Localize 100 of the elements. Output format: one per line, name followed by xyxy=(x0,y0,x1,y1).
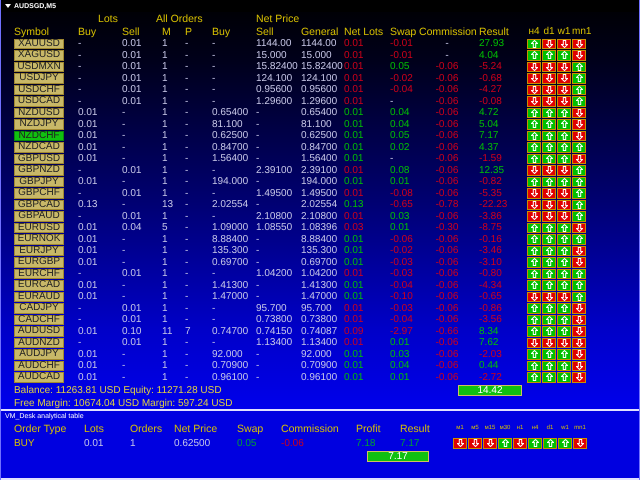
table-cell-text: -0.06 xyxy=(434,291,460,302)
table-cell-text: 0.01 xyxy=(78,348,98,360)
table-cell-text: -0.03 xyxy=(390,302,414,314)
symbol-button[interactable]: XAUUSD xyxy=(14,38,64,49)
table-cell-text: 0.05 xyxy=(390,130,410,142)
symbol-button[interactable]: AUDUSD xyxy=(14,326,64,336)
table-cell-text: -0.06 xyxy=(434,142,460,153)
column-header: Sell xyxy=(256,26,275,38)
table-cell-text: -3.46 xyxy=(478,245,503,256)
table-cell-text: - xyxy=(185,153,190,164)
table-cell-text: 0.01 xyxy=(122,61,142,72)
table-cell-text: 0.01 xyxy=(344,360,364,372)
table-cell-text: 0.01 xyxy=(78,142,98,153)
table-cell-text: -0.01 xyxy=(390,38,414,50)
symbol-button[interactable]: NZDCAD xyxy=(14,142,64,152)
table-cell-text: - xyxy=(185,72,190,84)
symbol-button[interactable]: AUDCHF xyxy=(14,360,64,371)
dropdown-icon[interactable] xyxy=(5,4,11,8)
symbol-button[interactable]: USDCAD xyxy=(14,96,64,106)
column-header: M xyxy=(162,26,172,38)
table-cell-text: 0.74150 xyxy=(256,326,294,337)
table-cell-text: 0.04 xyxy=(390,118,410,130)
table-cell-text: 0.01 xyxy=(122,96,142,107)
column-group-header: All Orders xyxy=(155,12,204,24)
table-cell-text: - xyxy=(78,84,82,96)
table-cell-text: 0.84700 xyxy=(212,142,250,153)
symbol-button[interactable]: EURCAD xyxy=(14,280,64,290)
symbol-button[interactable]: EURUSD xyxy=(14,222,64,233)
symbol-button[interactable]: GBPNZD xyxy=(14,165,64,176)
table-cell-text: 92.000 xyxy=(301,348,333,360)
table-cell-text: -0.06 xyxy=(434,164,460,176)
symbol-button[interactable]: USDMXN xyxy=(14,62,64,72)
table-cell-text: - xyxy=(185,84,190,96)
table-cell-text: -4.27 xyxy=(478,84,503,96)
table-cell-text: - xyxy=(256,256,260,268)
symbol-button[interactable]: USDCHF xyxy=(14,84,64,95)
table-cell-text: 1 xyxy=(162,234,169,245)
symbol-button[interactable]: EURJPY xyxy=(14,246,64,256)
table-cell-text: 0.74087 xyxy=(301,326,338,337)
symbol-button[interactable]: GBPCAD xyxy=(14,200,64,210)
symbol-button[interactable]: CADJPY xyxy=(14,303,64,314)
table-cell-text: 1 xyxy=(162,291,169,302)
table-cell-text: 1 xyxy=(162,153,169,164)
column-header: General xyxy=(301,26,340,38)
symbol-button[interactable]: EURCHF xyxy=(14,268,64,279)
symbol-button[interactable]: EURNOK xyxy=(14,234,64,244)
table-cell-text: -5.35 xyxy=(478,188,503,199)
table-cell-text: - xyxy=(256,234,260,245)
table-cell-text: -3.56 xyxy=(478,314,503,326)
table-cell-text: -0.30 xyxy=(434,222,460,234)
table-cell-text: BUY xyxy=(14,438,36,448)
column-header: Sell xyxy=(122,26,141,38)
symbol-button[interactable]: AUDCAD xyxy=(14,372,64,382)
table-cell-text: - xyxy=(185,348,190,360)
table-cell-text: 0.73800 xyxy=(301,314,338,326)
column-header: Result xyxy=(478,26,510,38)
table-cell-text: - xyxy=(122,153,126,164)
table-cell-text: 11 xyxy=(162,326,174,337)
table-cell-text: 1 xyxy=(162,96,169,107)
symbol-button[interactable]: GBPAUD xyxy=(14,211,64,222)
table-cell-text: 124.100 xyxy=(256,72,294,84)
symbol-button[interactable]: GBPJPY xyxy=(14,176,64,187)
table-cell-text: 1 xyxy=(162,84,169,96)
table-cell-text: - xyxy=(78,314,82,326)
table-cell-text: 0.01 xyxy=(78,245,98,256)
symbol-button[interactable]: EURAUD xyxy=(14,292,64,302)
table-cell-text: 0.01 xyxy=(344,61,364,72)
table-cell-text: 1 xyxy=(162,268,169,280)
table-cell-text: 0.01 xyxy=(344,142,364,153)
table-cell-text: -22.23 xyxy=(478,199,508,210)
table-cell-text: 0.01 xyxy=(78,326,98,337)
table-cell-text: 0.05 xyxy=(390,61,410,72)
table-cell-text: - xyxy=(185,107,190,118)
table-cell-text: -0.01 xyxy=(390,50,414,61)
table-cell-text: 0.01 xyxy=(122,188,142,199)
symbol-button[interactable]: XAGUSD xyxy=(14,50,64,60)
symbol-button[interactable]: GBPCHF xyxy=(14,188,64,198)
column-header: Swap xyxy=(390,26,418,38)
symbol-button[interactable]: USDJPY xyxy=(14,73,64,84)
table-cell-text: 1 xyxy=(162,118,169,130)
symbol-button[interactable]: NZDJPY xyxy=(14,119,64,130)
table-cell-text: - xyxy=(390,153,394,164)
table-cell-text: 15.000 xyxy=(301,50,333,61)
symbol-button[interactable]: GBPUSD xyxy=(14,154,64,164)
symbol-button[interactable]: EURGBP xyxy=(14,257,64,268)
table-cell-text: 0.01 xyxy=(344,268,364,280)
table-cell-text: 0.01 xyxy=(78,153,98,164)
table-cell-text: - xyxy=(390,96,394,107)
table-cell-text: - xyxy=(212,337,216,348)
table-cell-text: 0.01 xyxy=(344,50,364,61)
table-cell-text: 0.01 xyxy=(390,222,410,234)
symbol-button[interactable]: NZDCHF xyxy=(14,130,64,141)
table-cell-text: 0.01 xyxy=(344,210,364,222)
symbol-button[interactable]: NZDUSD xyxy=(14,108,64,118)
table-cell-text: -0.06 xyxy=(434,153,460,164)
symbol-button[interactable]: AUDNZD xyxy=(14,338,64,348)
table-cell-text: -0.06 xyxy=(434,372,460,383)
table-cell-text: 2.02554 xyxy=(301,199,338,210)
symbol-button[interactable]: CADCHF xyxy=(14,314,64,325)
symbol-button[interactable]: AUDJPY xyxy=(14,349,64,360)
